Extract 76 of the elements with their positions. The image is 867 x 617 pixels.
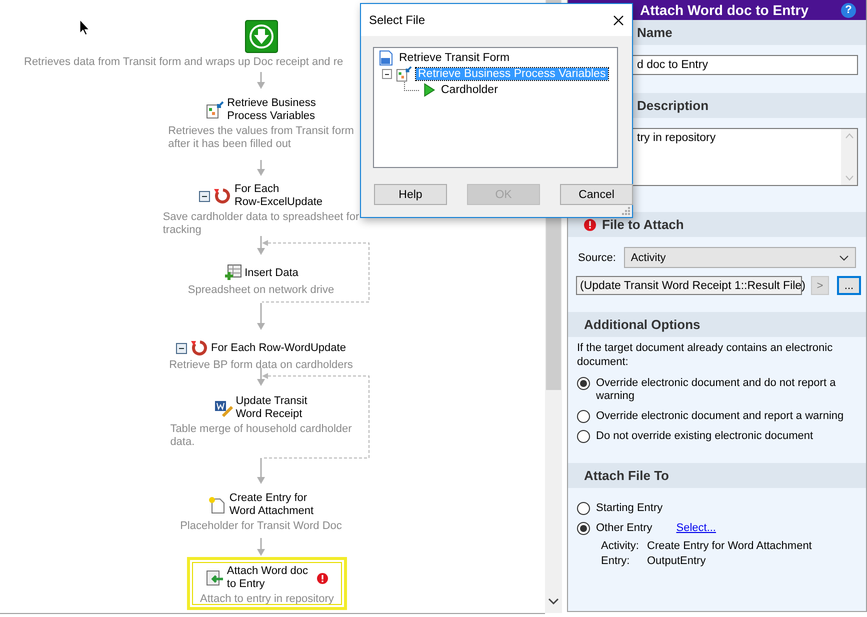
section-header: Attach File To (568, 463, 866, 488)
connector-arrow (257, 458, 265, 484)
node-description: Retrieve BP form data on cardholders (169, 359, 353, 372)
collapse-toggle[interactable] (382, 69, 392, 79)
node-title: For Each Row-ExcelUpdate (234, 183, 323, 209)
radio-button[interactable] (577, 522, 590, 535)
node-title: Retrieve Business Process Variables (227, 97, 316, 123)
document-arrow-icon (206, 101, 224, 119)
connector-arrow (257, 368, 265, 386)
select-link[interactable]: Select... (676, 522, 716, 535)
node-description: Table merge of household cardholder data. (170, 423, 352, 449)
word-pencil-icon (214, 399, 233, 417)
section-header: File to Attach (602, 217, 684, 232)
source-dropdown[interactable]: Activity (624, 247, 856, 268)
workflow-node[interactable]: Update Transit Word Receipt Table merge of household cardholder data. (111, 395, 411, 449)
radio-button[interactable] (577, 502, 590, 515)
radio-label[interactable]: Other Entry (596, 522, 652, 535)
radio-button[interactable] (577, 410, 590, 423)
connector-arrow (257, 236, 265, 255)
radio-button[interactable] (577, 377, 590, 390)
help-button[interactable]: ? (841, 2, 856, 18)
workflow-node[interactable]: Create Entry for Word Attachment Placeholder for Transit Word Doc (111, 492, 411, 533)
tree-item[interactable]: Cardholder (439, 84, 500, 96)
node-title: For Each Row-WordUpdate (211, 342, 346, 354)
dialog-button[interactable]: Cancel (560, 184, 633, 205)
detail-label: Entry: (601, 555, 631, 567)
node-description: Retrieves the values from Transit form after it has been filled out (168, 125, 354, 151)
dialog-title: Select File (369, 13, 426, 27)
chevron-down-icon (839, 254, 849, 260)
collapse-toggle[interactable] (176, 342, 188, 354)
node-title: Update Transit Word Receipt (236, 395, 308, 421)
connector-arrow (257, 538, 265, 556)
radio-label[interactable]: Do not override existing electronic document (596, 430, 814, 443)
workflow-node[interactable]: Attach Word doc to Entry Attach to entry in repository (187, 557, 347, 610)
panel-title: Attach Word doc to Entry (640, 2, 809, 18)
close-icon[interactable] (613, 14, 624, 26)
node-title: Create Entry for Word Attachment (229, 492, 314, 518)
loop-icon (213, 187, 232, 205)
detail-value: OutputEntry (647, 555, 707, 567)
detail-label: Activity: (601, 540, 640, 552)
table-add-icon (224, 264, 242, 282)
resize-grip-icon[interactable] (622, 207, 630, 215)
radio-label[interactable]: Override electronic document and do not report a warning (596, 377, 858, 403)
node-title: Attach Word doc to Entry (226, 565, 308, 591)
node-description: Retrieves data from Transit form and wraps up Doc receipt and re (24, 56, 344, 68)
options-intro: If the target document already contains an electronic document: (577, 341, 834, 369)
radio-label[interactable]: Starting Entry (596, 502, 663, 515)
source-label: Source: (578, 252, 616, 264)
radio-label[interactable]: Override electronic document and report a warning (596, 410, 844, 423)
connector-arrow (257, 303, 265, 330)
play-triangle-icon (422, 83, 436, 97)
section-header: Additional Options (568, 312, 866, 337)
connector-arrow (257, 72, 265, 89)
dialog-button[interactable]: Help (374, 184, 447, 205)
workflow-node[interactable]: For Each Row-WordUpdate Retrieve BP form data on cardholders (111, 339, 411, 372)
attach-document-icon (206, 569, 224, 587)
form-icon (378, 50, 394, 66)
workflow-node[interactable]: Insert Data Spreadsheet on network drive (111, 264, 411, 297)
connector-arrow (257, 160, 265, 176)
node-description: Save cardholder data to spreadsheet for tracking (162, 211, 360, 237)
mouse-pointer-icon (80, 20, 90, 36)
node-description: Spreadsheet on network drive (188, 284, 334, 297)
browse-button[interactable]: ... (837, 276, 861, 295)
tree-item[interactable]: Retrieve Transit Form (397, 52, 512, 64)
scroll-down-icon[interactable] (548, 598, 559, 605)
new-document-icon (208, 496, 226, 514)
loop-icon (190, 339, 208, 357)
workflow-node[interactable]: Retrieve Business Process Variables Retrieves the values from Transit form after it has been filled out (111, 97, 411, 151)
document-arrow-icon (395, 66, 413, 82)
detail-value: Create Entry for Word Attachment (647, 540, 813, 552)
node-description: Attach to entry in repository (200, 593, 334, 606)
radio-button[interactable] (577, 430, 590, 443)
node-description: Placeholder for Transit Word Doc (180, 520, 342, 533)
node-title: Insert Data (244, 266, 298, 280)
start-download-icon[interactable] (245, 20, 278, 53)
collapse-toggle[interactable] (199, 190, 210, 202)
